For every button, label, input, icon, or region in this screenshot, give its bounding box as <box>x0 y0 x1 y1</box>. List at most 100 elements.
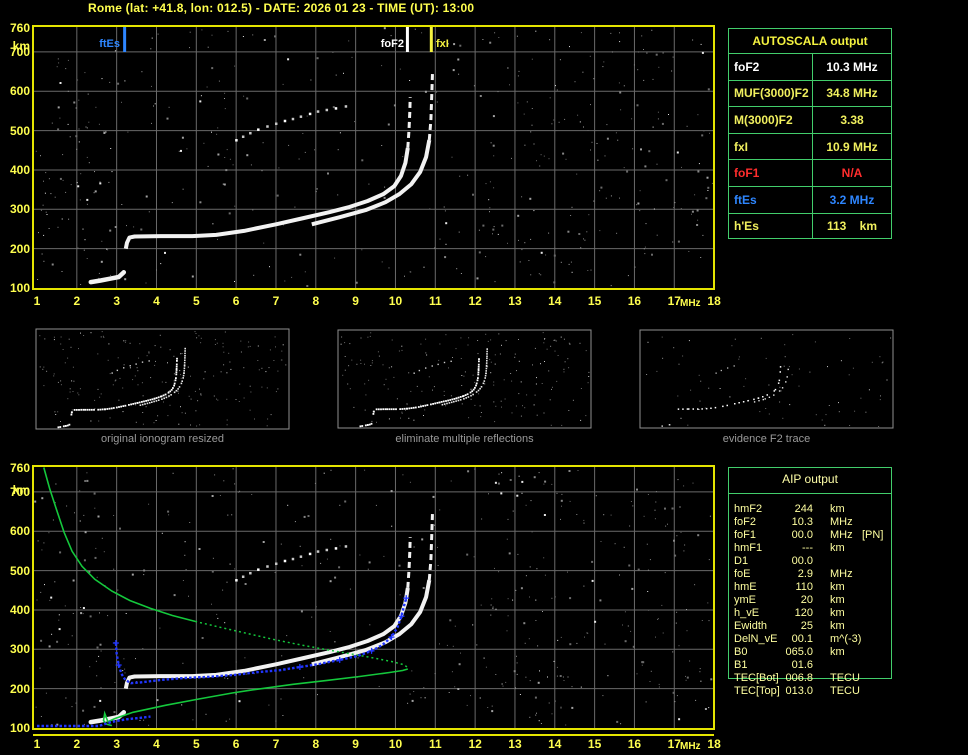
page-title: Rome (lat: +41.8, lon: 012.5) - DATE: 20… <box>88 1 475 15</box>
autoscala-param-value: 34.8 MHz <box>826 86 878 101</box>
autoscala-param-label: foF1 <box>729 160 813 186</box>
aip-value: 110 <box>795 581 813 593</box>
y-axis-unit: km <box>12 483 30 497</box>
x-tick-label: 16 <box>627 294 642 308</box>
aip-value: 00.0 <box>791 555 813 567</box>
x-tick-label: 8 <box>312 294 320 308</box>
x-tick-label: 4 <box>153 294 160 308</box>
aip-unit: km <box>830 581 845 593</box>
x-tick-label: 2 <box>73 294 81 308</box>
aip-row-tectop: TEC[Top] 013.0 TECU <box>728 685 892 698</box>
y-tick-label: 200 <box>9 681 30 696</box>
aip-label: D1 <box>734 555 749 567</box>
autoscala-row-fxi: fxI 10.9 MHz <box>729 133 891 161</box>
x-tick-label: 3 <box>113 737 120 751</box>
aip-label: B1 <box>734 659 748 671</box>
aip-row-fof1: foF1 00.0 MHz [PN] <box>728 529 892 542</box>
aip-value: 20 <box>800 594 813 606</box>
x-tick-label: 9 <box>352 294 359 308</box>
y-tick-label: 300 <box>9 642 30 657</box>
thumbnail-caption-evidence: evidence F2 trace <box>722 433 811 445</box>
x-tick-label: 16 <box>627 737 642 751</box>
y-tick-label: 500 <box>9 123 30 138</box>
aip-value: 006.8 <box>785 672 813 684</box>
aip-table-rows: hmF2 244 km foF2 10.3 MHz foF1 00.0 MHz [PN] hmF1-… <box>728 503 892 698</box>
x-tick-label: 5 <box>192 294 200 308</box>
x-tick-label: 11 <box>428 737 442 751</box>
x-tick-label: 11 <box>428 294 442 308</box>
x-tick-label: 8 <box>312 737 320 751</box>
y-tick-label: 760 <box>9 21 30 36</box>
autoscala-param-label: foF2 <box>729 54 813 80</box>
aip-unit: km <box>830 646 845 658</box>
x-tick-label: 7 <box>272 737 280 751</box>
autoscala-param-label: h'Es <box>729 213 813 240</box>
aip-row-tecbot: TEC[Bot] 006.8 TECU <box>728 672 892 685</box>
aip-unit: m^(-3) <box>830 633 862 645</box>
aip-value: 2.9 <box>797 568 813 580</box>
aip-row-yme: ymE 20 km <box>728 594 892 607</box>
aip-row-hmf2: hmF2 244 km <box>728 503 892 516</box>
autoscala-output-screen: Rome (lat: +41.8, lon: 012.5) - DATE: 20… <box>0 0 968 755</box>
y-tick-label: 100 <box>9 281 30 295</box>
autoscala-param-value: 10.9 MHz <box>826 139 878 154</box>
aip-row-d1: D1 00.0 <box>728 555 892 568</box>
x-tick-label: 15 <box>587 737 602 751</box>
y-tick-label: 400 <box>9 162 30 177</box>
marker-label-ftes: ftEs <box>99 38 120 50</box>
aip-unit: km <box>830 620 845 632</box>
y-tick-label: 100 <box>9 721 30 735</box>
autoscala-row-muf3000f2: MUF(3000)F2 34.8 MHz <box>729 80 891 108</box>
aip-value: 013.0 <box>785 685 813 697</box>
aip-value: 00.1 <box>791 633 813 645</box>
aip-label: foF2 <box>734 516 757 528</box>
aip-label: ymE <box>734 594 756 606</box>
x-tick-label: 4 <box>153 737 160 751</box>
autoscala-table: AUTOSCALA output foF2 10.3 MHz MUF(3000)F2… <box>728 28 892 240</box>
aip-row-hme: hmE 110 km <box>728 581 892 594</box>
aip-unit: TECU <box>830 672 860 684</box>
aip-label: hmE <box>734 581 757 593</box>
x-tick-label: 14 <box>548 737 562 751</box>
x-tick-label: 18 <box>707 294 721 308</box>
y-tick-label: 200 <box>9 241 30 256</box>
aip-row-hmf1: hmF1 --- km <box>728 542 892 555</box>
x-tick-label: 5 <box>192 737 200 751</box>
aip-value: 25 <box>800 620 813 632</box>
y-tick-label: 400 <box>9 602 30 617</box>
autoscala-param-value: 113 km <box>826 219 878 234</box>
aip-unit: km <box>830 594 845 606</box>
y-tick-label: 760 <box>9 461 30 476</box>
marker-label-fxi: fxI <box>436 38 449 50</box>
aip-value: 120 <box>794 607 813 619</box>
autoscala-row-m3000f2: M(3000)F2 3.38 <box>729 107 891 134</box>
x-tick-label: 1 <box>33 737 41 751</box>
aip-table-header: AIP output <box>782 472 838 486</box>
aip-row-hve: h_vE 120 km <box>728 607 892 620</box>
aip-note: [PN] <box>862 529 884 541</box>
aip-label: foE <box>734 568 751 580</box>
y-tick-label: 500 <box>9 563 30 578</box>
aip-label: foF1 <box>734 529 757 541</box>
x-tick-label: 13 <box>508 737 522 751</box>
x-tick-label: 14 <box>548 294 562 308</box>
x-tick-label: 9 <box>352 737 359 751</box>
aip-row-delnve: DelN_vE 00.1 m^(-3) <box>728 633 892 646</box>
autoscala-param-value: 3.2 MHz <box>829 192 875 207</box>
autoscala-param-value: N/A <box>841 166 863 181</box>
autoscala-row-ftes: ftEs 3.2 MHz <box>729 186 891 214</box>
x-tick-label: 2 <box>73 737 81 751</box>
x-tick-label: 10 <box>388 294 403 308</box>
aip-label: B0 <box>734 646 748 658</box>
aip-row-ewidth: Ewidth 25 km <box>728 620 892 633</box>
aip-value: 10.3 <box>791 516 813 528</box>
x-tick-label: 12 <box>468 294 482 308</box>
aip-row-foe: foE 2.9 MHz <box>728 568 892 581</box>
aip-row-b0: B0 065.0 km <box>728 646 892 659</box>
autoscala-row-fof2: foF2 10.3 MHz <box>729 54 891 81</box>
autoscala-param-label: ftEs <box>729 186 813 213</box>
aip-unit: km <box>830 607 845 619</box>
aip-value: 244 <box>794 503 813 515</box>
x-axis-unit: MHz <box>680 741 701 752</box>
aip-unit: km <box>830 503 845 515</box>
